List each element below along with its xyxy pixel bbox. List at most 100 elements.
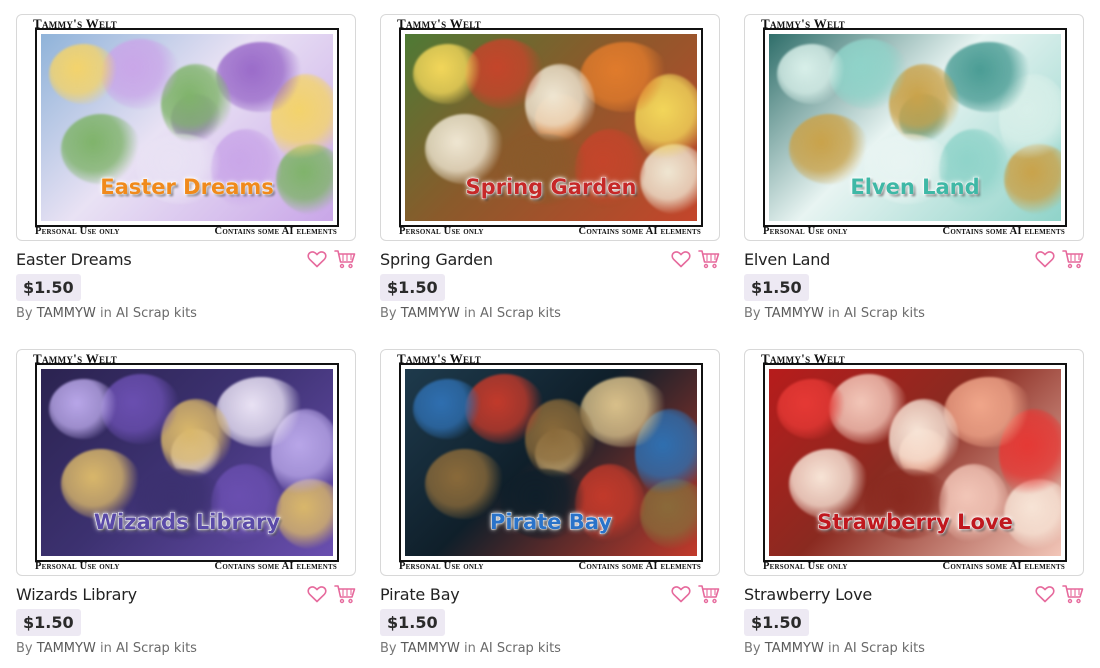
thumbnail-artwork-title: Easter Dreams	[100, 175, 275, 200]
product-thumbnail[interactable]: Tammy's Welt Pirate Bay Personal Use onl…	[380, 349, 720, 576]
personal-use-note: Personal Use only	[35, 226, 120, 237]
product-name[interactable]: Wizards Library	[16, 585, 300, 604]
product-name-row: Elven Land	[744, 248, 1084, 270]
cart-icon[interactable]	[698, 583, 720, 605]
heart-icon[interactable]	[306, 583, 328, 605]
thumbnail-artwork-title: Strawberry Love	[817, 510, 1014, 535]
product-name[interactable]: Strawberry Love	[744, 585, 1028, 604]
cart-icon[interactable]	[698, 248, 720, 270]
artwork-decoration	[61, 449, 141, 519]
category-link[interactable]: AI Scrap kits	[116, 641, 197, 656]
product-name[interactable]: Easter Dreams	[16, 250, 300, 269]
author-link[interactable]: TAMMYW	[37, 641, 96, 656]
artwork-decoration	[777, 379, 847, 439]
heart-icon[interactable]	[1034, 583, 1056, 605]
thumbnail-artwork-title: Spring Garden	[465, 175, 637, 200]
thumbnail-artwork: Easter Dreams	[41, 34, 333, 221]
product-byline: By TAMMYW in AI Scrap kits	[380, 306, 561, 321]
product-thumbnail[interactable]: Tammy's Welt Strawberry Love Personal Us…	[744, 349, 1084, 576]
cart-icon[interactable]	[334, 583, 356, 605]
cart-icon[interactable]	[1062, 248, 1084, 270]
artwork-decoration	[49, 44, 119, 104]
thumbnail-notes: Personal Use only Contains some AI eleme…	[763, 561, 1065, 575]
byline-by: By	[16, 641, 33, 656]
ai-elements-note: Contains some AI elements	[942, 561, 1065, 572]
thumbnail-artwork-title: Wizards Library	[93, 510, 281, 535]
price-badge: $1.50	[380, 274, 445, 301]
price-badge: $1.50	[16, 609, 81, 636]
product-name[interactable]: Elven Land	[744, 250, 1028, 269]
product-card: Tammy's Welt Strawberry Love Personal Us…	[744, 349, 1084, 668]
personal-use-note: Personal Use only	[763, 561, 848, 572]
price-badge: $1.50	[744, 274, 809, 301]
product-card: Tammy's Welt Pirate Bay Personal Use onl…	[380, 349, 720, 668]
category-link[interactable]: AI Scrap kits	[116, 306, 197, 321]
byline-in: in	[827, 641, 840, 656]
product-name-row: Wizards Library	[16, 583, 356, 605]
cart-icon[interactable]	[334, 248, 356, 270]
price-badge: $1.50	[16, 274, 81, 301]
product-thumbnail[interactable]: Tammy's Welt Wizards Library Personal Us…	[16, 349, 356, 576]
category-link[interactable]: AI Scrap kits	[844, 641, 925, 656]
heart-icon[interactable]	[306, 248, 328, 270]
product-name[interactable]: Pirate Bay	[380, 585, 664, 604]
author-link[interactable]: TAMMYW	[765, 306, 824, 321]
product-thumbnail[interactable]: Tammy's Welt Easter Dreams Personal Use …	[16, 14, 356, 241]
thumbnail-artwork: Wizards Library	[41, 369, 333, 556]
category-link[interactable]: AI Scrap kits	[844, 306, 925, 321]
category-link[interactable]: AI Scrap kits	[480, 306, 561, 321]
byline-in: in	[463, 641, 476, 656]
product-byline: By TAMMYW in AI Scrap kits	[380, 641, 561, 656]
byline-by: By	[744, 641, 761, 656]
thumbnail-artwork-title: Pirate Bay	[490, 510, 613, 535]
personal-use-note: Personal Use only	[399, 226, 484, 237]
product-card: Tammy's Welt Wizards Library Personal Us…	[16, 349, 356, 668]
heart-icon[interactable]	[670, 583, 692, 605]
ai-elements-note: Contains some AI elements	[578, 561, 701, 572]
product-card: Tammy's Welt Elven Land Personal Use onl…	[744, 14, 1084, 334]
personal-use-note: Personal Use only	[399, 561, 484, 572]
product-thumbnail[interactable]: Tammy's Welt Spring Garden Personal Use …	[380, 14, 720, 241]
product-name[interactable]: Spring Garden	[380, 250, 664, 269]
byline-in: in	[99, 306, 112, 321]
byline-in: in	[463, 306, 476, 321]
artwork-decoration	[49, 379, 119, 439]
thumbnail-frame: Pirate Bay	[399, 363, 703, 562]
heart-icon[interactable]	[1034, 248, 1056, 270]
artwork-decoration	[425, 114, 505, 184]
ai-elements-note: Contains some AI elements	[214, 226, 337, 237]
byline-in: in	[99, 641, 112, 656]
category-link[interactable]: AI Scrap kits	[480, 641, 561, 656]
product-card: Tammy's Welt Spring Garden Personal Use …	[380, 14, 720, 334]
product-byline: By TAMMYW in AI Scrap kits	[16, 641, 197, 656]
ai-elements-note: Contains some AI elements	[214, 561, 337, 572]
thumbnail-notes: Personal Use only Contains some AI eleme…	[35, 226, 337, 240]
product-name-row: Easter Dreams	[16, 248, 356, 270]
author-link[interactable]: TAMMYW	[37, 306, 96, 321]
product-name-row: Pirate Bay	[380, 583, 720, 605]
product-thumbnail[interactable]: Tammy's Welt Elven Land Personal Use onl…	[744, 14, 1084, 241]
thumbnail-artwork: Spring Garden	[405, 34, 697, 221]
artwork-decoration	[61, 114, 141, 184]
ai-elements-note: Contains some AI elements	[578, 226, 701, 237]
artwork-decoration	[413, 44, 483, 104]
personal-use-note: Personal Use only	[763, 226, 848, 237]
author-link[interactable]: TAMMYW	[401, 641, 460, 656]
artwork-decoration	[789, 114, 869, 184]
heart-icon[interactable]	[670, 248, 692, 270]
ai-elements-note: Contains some AI elements	[942, 226, 1065, 237]
product-card: Tammy's Welt Easter Dreams Personal Use …	[16, 14, 356, 334]
author-link[interactable]: TAMMYW	[401, 306, 460, 321]
byline-by: By	[380, 306, 397, 321]
byline-in: in	[827, 306, 840, 321]
byline-by: By	[16, 306, 33, 321]
thumbnail-artwork: Pirate Bay	[405, 369, 697, 556]
author-link[interactable]: TAMMYW	[765, 641, 824, 656]
cart-icon[interactable]	[1062, 583, 1084, 605]
thumbnail-notes: Personal Use only Contains some AI eleme…	[399, 561, 701, 575]
price-badge: $1.50	[380, 609, 445, 636]
product-name-row: Strawberry Love	[744, 583, 1084, 605]
thumbnail-artwork: Strawberry Love	[769, 369, 1061, 556]
thumbnail-artwork: Elven Land	[769, 34, 1061, 221]
product-grid: Tammy's Welt Easter Dreams Personal Use …	[16, 14, 1084, 668]
